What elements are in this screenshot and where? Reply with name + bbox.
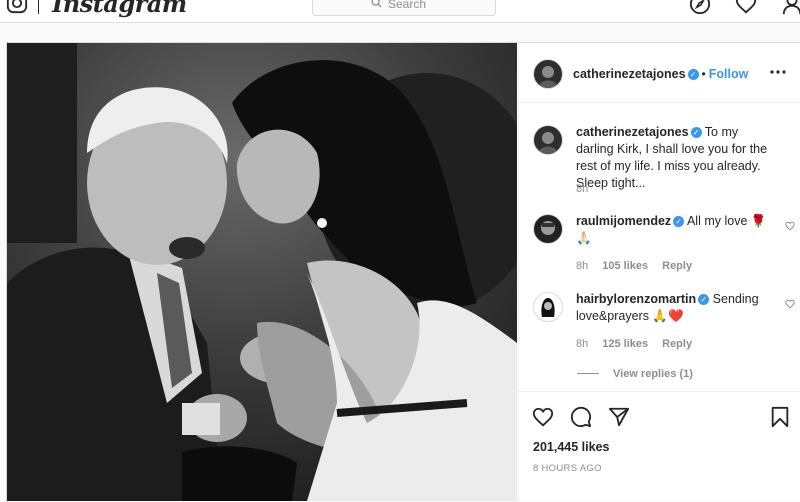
post-timestamp[interactable]: 8 HOURS AGO bbox=[533, 463, 602, 474]
search-icon bbox=[371, 0, 382, 8]
verified-badge-icon: ✓ bbox=[687, 69, 699, 80]
activity-heart-icon[interactable] bbox=[735, 0, 757, 15]
top-nav-bar: Instagram Search bbox=[0, 0, 800, 23]
follow-button[interactable]: Follow bbox=[709, 67, 749, 81]
comment-username[interactable]: raulmijomendez bbox=[576, 214, 671, 228]
view-replies-label: View replies (1) bbox=[613, 368, 693, 380]
comment-like-heart-icon[interactable] bbox=[785, 221, 795, 231]
avatar[interactable] bbox=[533, 125, 563, 155]
author-username[interactable]: catherinezetajones bbox=[573, 67, 686, 81]
verified-badge-icon: ✓ bbox=[690, 127, 702, 138]
verified-badge-icon: ✓ bbox=[698, 294, 710, 305]
comment-meta: 8h 105 likes Reply bbox=[576, 258, 706, 275]
more-options-icon[interactable] bbox=[768, 65, 788, 79]
reply-button[interactable]: Reply bbox=[662, 338, 692, 350]
comment-body: raulmijomendez ✓ All my love 🌹🙏🏻 bbox=[576, 213, 776, 247]
verified-badge-icon: ✓ bbox=[673, 216, 685, 227]
view-replies-link[interactable]: View replies (1) bbox=[577, 368, 693, 380]
post-actions: 201,445 likes 8 HOURS AGO bbox=[519, 391, 800, 502]
post-photo[interactable] bbox=[7, 43, 517, 501]
separator-dot: • bbox=[701, 67, 706, 81]
post-header: catherinezetajones ✓ • Follow bbox=[519, 43, 800, 103]
like-heart-icon[interactable] bbox=[532, 406, 554, 428]
search-box[interactable]: Search bbox=[312, 0, 496, 16]
caption-meta: 8h bbox=[576, 181, 602, 198]
instagram-wordmark[interactable]: Instagram bbox=[52, 0, 187, 18]
comment-username[interactable]: hairbylorenzomartin bbox=[576, 292, 696, 306]
comment-meta: 8h 125 likes Reply bbox=[576, 336, 706, 353]
caption-body: catherinezetajones ✓ To my darling Kirk, … bbox=[576, 124, 776, 192]
comment-time[interactable]: 8h bbox=[576, 260, 588, 272]
comment-like-heart-icon[interactable] bbox=[785, 299, 795, 309]
avatar[interactable] bbox=[533, 59, 563, 89]
comment-bubble-icon[interactable] bbox=[570, 406, 592, 428]
nav-divider bbox=[38, 0, 39, 14]
caption-username[interactable]: catherinezetajones bbox=[576, 125, 689, 139]
instagram-glyph-icon[interactable] bbox=[6, 0, 28, 14]
comment-item: hairbylorenzomartin ✓ Sending love&prayer… bbox=[533, 291, 795, 351]
post-sidebar: catherinezetajones ✓ • Follow catherinezeta… bbox=[518, 43, 800, 501]
reply-button[interactable]: Reply bbox=[662, 260, 692, 272]
avatar[interactable] bbox=[533, 214, 563, 244]
comment-time[interactable]: 8h bbox=[576, 338, 588, 350]
post-card: catherinezetajones ✓ • Follow catherinezeta… bbox=[6, 42, 800, 501]
share-paper-plane-icon[interactable] bbox=[608, 406, 630, 428]
explore-compass-icon[interactable] bbox=[689, 0, 711, 15]
likes-count[interactable]: 201,445 likes bbox=[533, 440, 609, 454]
search-placeholder: Search bbox=[388, 0, 427, 11]
caption-time[interactable]: 8h bbox=[576, 183, 588, 195]
avatar[interactable] bbox=[533, 292, 563, 322]
comment-body: hairbylorenzomartin ✓ Sending love&prayer… bbox=[576, 291, 776, 325]
comment-item: raulmijomendez ✓ All my love 🌹🙏🏻 8h 105 li… bbox=[533, 213, 795, 273]
comment-likes[interactable]: 125 likes bbox=[602, 338, 648, 350]
profile-icon[interactable] bbox=[781, 0, 800, 15]
caption: catherinezetajones ✓ To my darling Kirk, … bbox=[533, 124, 795, 204]
replies-line bbox=[577, 373, 599, 374]
comment-likes[interactable]: 105 likes bbox=[602, 260, 648, 272]
save-bookmark-icon[interactable] bbox=[769, 406, 791, 428]
